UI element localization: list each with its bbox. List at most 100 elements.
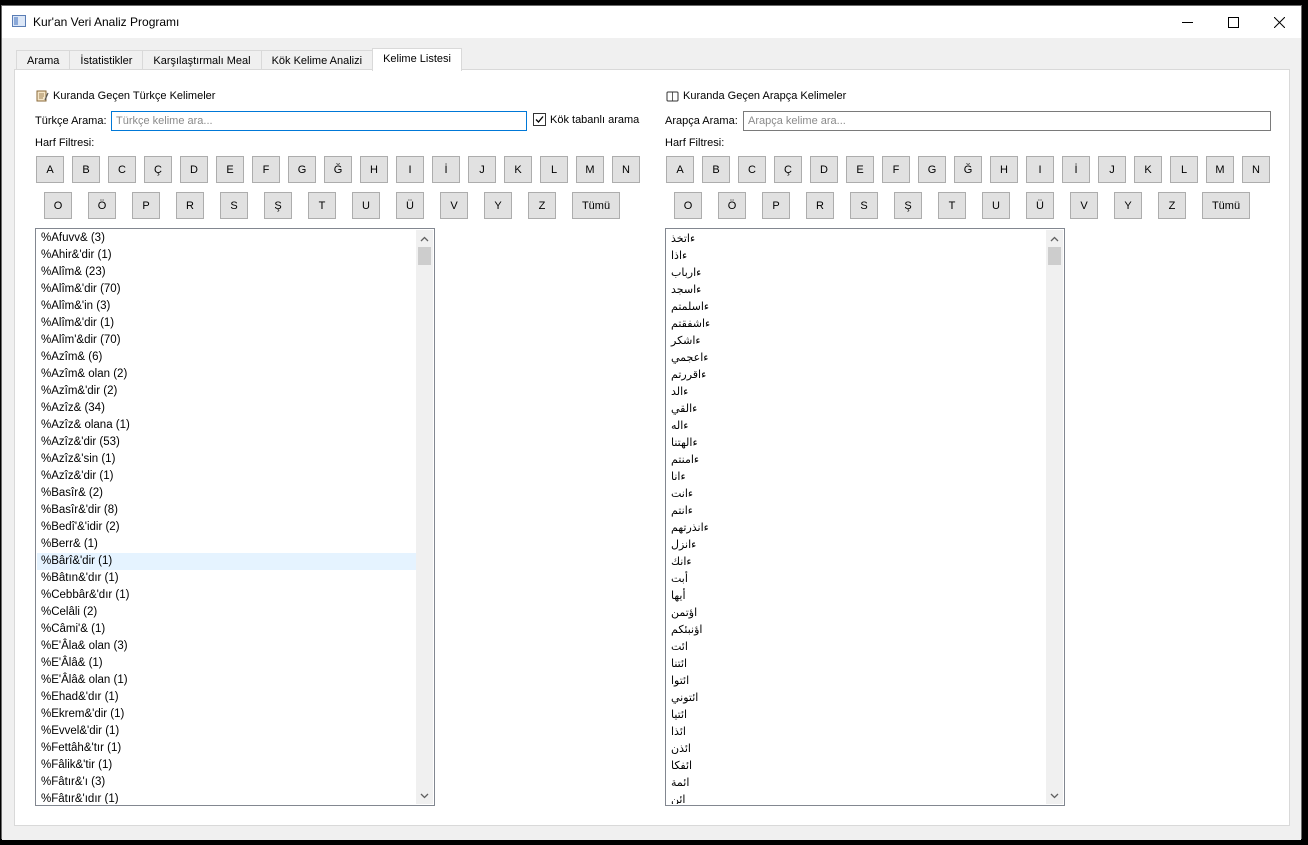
list-item[interactable]: %Azîm& (6) xyxy=(37,349,416,366)
list-item[interactable]: ائتوني xyxy=(667,689,1046,706)
list-item[interactable]: %Fettâh&'tır (1) xyxy=(37,740,416,757)
list-item[interactable]: %Azîz& olana (1) xyxy=(37,417,416,434)
scroll-thumb[interactable] xyxy=(1048,247,1061,265)
letter-button[interactable]: B xyxy=(72,156,100,183)
list-item[interactable]: ءاذا xyxy=(667,247,1046,264)
letter-button[interactable]: Ö xyxy=(88,192,116,219)
list-item[interactable]: ائفكا xyxy=(667,757,1046,774)
list-item[interactable]: ءاسلمتم xyxy=(667,298,1046,315)
letter-button[interactable]: C xyxy=(738,156,766,183)
list-item[interactable]: %Alîm& (23) xyxy=(37,264,416,281)
letter-button[interactable]: U xyxy=(352,192,380,219)
list-item[interactable]: %Celâli (2) xyxy=(37,604,416,621)
letter-button[interactable]: P xyxy=(762,192,790,219)
list-item[interactable]: %E'Âlâ& (1) xyxy=(37,655,416,672)
list-item[interactable]: ءانك xyxy=(667,553,1046,570)
minimize-button[interactable] xyxy=(1164,6,1210,38)
list-item[interactable]: %Evvel&'dir (1) xyxy=(37,723,416,740)
letter-button[interactable]: T xyxy=(938,192,966,219)
letter-button[interactable]: N xyxy=(612,156,640,183)
letter-button[interactable]: I xyxy=(1026,156,1054,183)
close-button[interactable] xyxy=(1256,6,1302,38)
letter-button[interactable]: Ç xyxy=(774,156,802,183)
letter-button[interactable]: S xyxy=(850,192,878,219)
letter-button[interactable]: K xyxy=(1134,156,1162,183)
letter-button[interactable]: G xyxy=(288,156,316,183)
list-item[interactable]: اؤتمن xyxy=(667,604,1046,621)
list-item[interactable]: %Câmi'& (1) xyxy=(37,621,416,638)
list-item[interactable]: %Afuvv& (3) xyxy=(37,230,416,247)
letter-button[interactable]: I xyxy=(396,156,424,183)
letter-button[interactable]: N xyxy=(1242,156,1270,183)
title-bar[interactable]: Kur'an Veri Analiz Programı xyxy=(2,6,1301,38)
letter-button[interactable]: S xyxy=(220,192,248,219)
scroll-up-arrow[interactable] xyxy=(1046,230,1063,247)
letter-button[interactable]: J xyxy=(1098,156,1126,183)
list-item[interactable]: ائتوا xyxy=(667,672,1046,689)
turkish-word-list[interactable]: %Afuvv& (3) %Ahir&'dir (1) %Alîm& (23) %Alî… xyxy=(35,228,435,806)
turkish-search-input[interactable] xyxy=(111,111,527,131)
list-item[interactable]: %Fâlik&'tir (1) xyxy=(37,757,416,774)
list-item[interactable]: %Ahir&'dir (1) xyxy=(37,247,416,264)
list-item[interactable]: ائت xyxy=(667,638,1046,655)
list-item[interactable]: %Azîz&'dir (1) xyxy=(37,468,416,485)
all-letters-button[interactable]: Tümü xyxy=(572,192,620,219)
list-item[interactable]: ءاله xyxy=(667,417,1046,434)
list-item[interactable]: ائتنا xyxy=(667,655,1046,672)
turkish-list-scrollbar[interactable] xyxy=(416,230,433,804)
letter-button[interactable]: Ü xyxy=(396,192,424,219)
letter-button[interactable]: J xyxy=(468,156,496,183)
list-item[interactable]: ءانزل xyxy=(667,536,1046,553)
letter-button[interactable]: A xyxy=(666,156,694,183)
list-item[interactable]: %Azîz&'sin (1) xyxy=(37,451,416,468)
list-item[interactable]: %Alîm&'dir (70) xyxy=(37,281,416,298)
list-item[interactable]: ءانذرتهم xyxy=(667,519,1046,536)
list-item[interactable]: ائذا xyxy=(667,723,1046,740)
list-item[interactable]: ائذن xyxy=(667,740,1046,757)
tab-istatistikler[interactable]: İstatistikler xyxy=(69,50,144,71)
list-item[interactable]: %Basîr& (2) xyxy=(37,485,416,502)
list-item[interactable]: %Alîm'&dir (70) xyxy=(37,332,416,349)
list-item[interactable]: ءاقررتم xyxy=(667,366,1046,383)
maximize-button[interactable] xyxy=(1210,6,1256,38)
list-item[interactable]: أبت xyxy=(667,570,1046,587)
tab-kok-kelime-analizi[interactable]: Kök Kelime Analizi xyxy=(260,50,374,71)
letter-button[interactable]: G xyxy=(918,156,946,183)
list-item[interactable]: ءامنتم xyxy=(667,451,1046,468)
list-item[interactable]: %Cebbâr&'dır (1) xyxy=(37,587,416,604)
letter-button[interactable]: U xyxy=(982,192,1010,219)
letter-button[interactable]: B xyxy=(702,156,730,183)
list-item[interactable]: ءالد xyxy=(667,383,1046,400)
list-item[interactable]: ءانت xyxy=(667,485,1046,502)
tab-karsilastirmali-meal[interactable]: Karşılaştırmalı Meal xyxy=(142,50,262,71)
letter-button[interactable]: H xyxy=(990,156,1018,183)
letter-button[interactable]: R xyxy=(176,192,204,219)
letter-button[interactable]: Ş xyxy=(894,192,922,219)
letter-button[interactable]: T xyxy=(308,192,336,219)
list-item[interactable]: %Ehad&'dır (1) xyxy=(37,689,416,706)
letter-button[interactable]: Z xyxy=(1158,192,1186,219)
letter-button[interactable]: V xyxy=(1070,192,1098,219)
root-search-checkbox[interactable]: Kök tabanlı arama xyxy=(533,113,639,126)
letter-button[interactable]: Y xyxy=(1114,192,1142,219)
list-item[interactable]: أيها xyxy=(667,587,1046,604)
letter-button[interactable]: Y xyxy=(484,192,512,219)
letter-button[interactable]: C xyxy=(108,156,136,183)
letter-button[interactable]: F xyxy=(882,156,910,183)
checkbox-box[interactable] xyxy=(533,113,546,126)
list-item[interactable]: %Azîz& (34) xyxy=(37,400,416,417)
tab-kelime-listesi[interactable]: Kelime Listesi xyxy=(372,48,462,71)
list-item[interactable]: %Ekrem&'dir (1) xyxy=(37,706,416,723)
letter-button[interactable]: D xyxy=(810,156,838,183)
list-item[interactable]: ءاتخذ xyxy=(667,230,1046,247)
list-item[interactable]: %Azîm& olan (2) xyxy=(37,366,416,383)
letter-button[interactable]: D xyxy=(180,156,208,183)
all-letters-button[interactable]: Tümü xyxy=(1202,192,1250,219)
list-item[interactable]: ءاسجد xyxy=(667,281,1046,298)
scroll-down-arrow[interactable] xyxy=(1046,787,1063,804)
letter-button[interactable]: Ş xyxy=(264,192,292,219)
letter-button[interactable]: A xyxy=(36,156,64,183)
letter-button[interactable]: O xyxy=(44,192,72,219)
letter-button[interactable]: F xyxy=(252,156,280,183)
list-item[interactable]: %Bârî&'dir (1) xyxy=(37,553,416,570)
